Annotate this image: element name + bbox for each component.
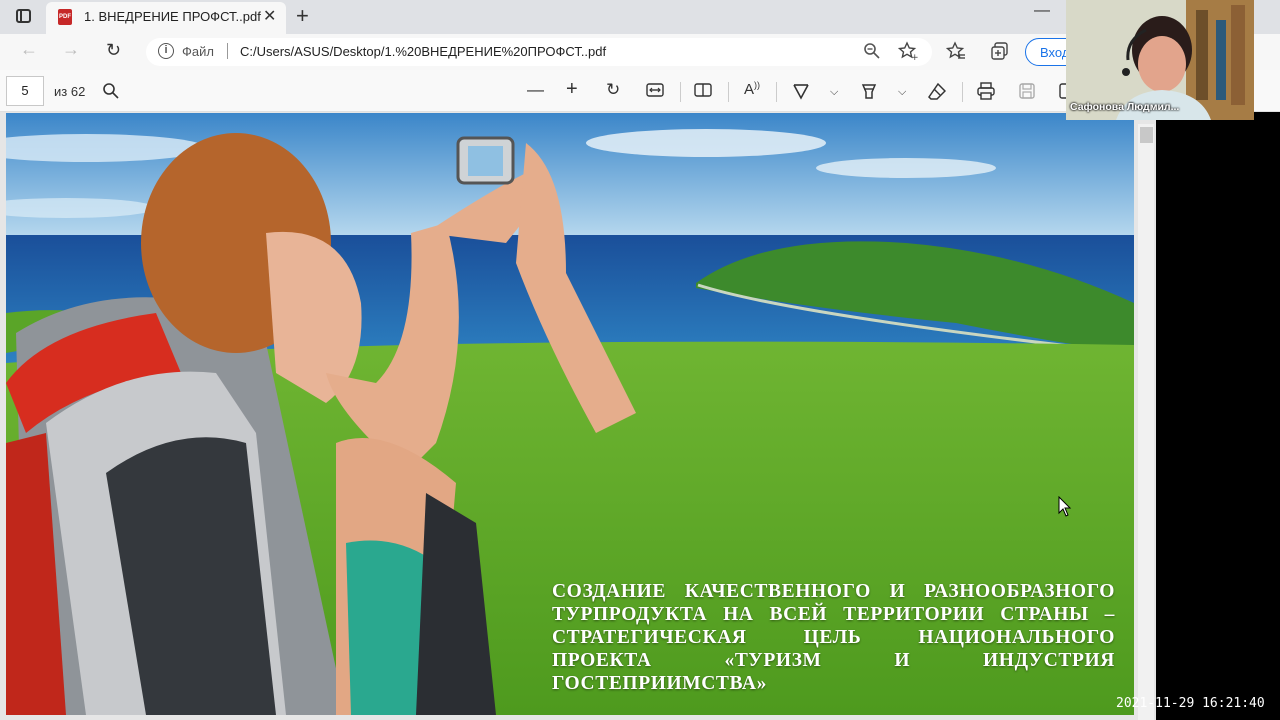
chevron-down-icon[interactable]: ⌵: [898, 86, 906, 99]
page-view-icon[interactable]: [694, 82, 712, 98]
tab-actions-icon[interactable]: [16, 9, 31, 23]
chevron-down-icon[interactable]: ⌵: [830, 86, 838, 99]
screen-margin: [1156, 112, 1280, 720]
favorites-icon[interactable]: [946, 41, 966, 61]
zoom-in-icon[interactable]: +: [566, 78, 578, 101]
toolbar-divider: [728, 82, 729, 102]
info-icon[interactable]: i: [158, 43, 174, 59]
search-icon[interactable]: [102, 82, 120, 100]
zoom-out-icon[interactable]: —: [527, 80, 544, 100]
toolbar-divider: [680, 82, 681, 102]
scrollbar-thumb[interactable]: [1140, 127, 1153, 143]
read-aloud-icon[interactable]: A)): [744, 80, 760, 98]
file-scheme-label: Файл: [182, 44, 214, 59]
highlight-icon[interactable]: [860, 82, 878, 100]
forward-icon[interactable]: →: [62, 39, 80, 60]
reload-icon[interactable]: ↻: [106, 40, 121, 61]
zoom-icon[interactable]: [863, 42, 881, 60]
erase-icon[interactable]: [928, 82, 946, 100]
toolbar-divider: [962, 82, 963, 102]
url-separator: [227, 43, 228, 59]
slide-caption: СОЗДАНИЕ КАЧЕСТВЕННОГО И РАЗНООБРАЗНОГО …: [552, 581, 1115, 694]
new-tab-icon[interactable]: +: [296, 3, 309, 29]
favorite-add-icon[interactable]: +: [898, 41, 918, 61]
draw-icon[interactable]: [792, 82, 810, 100]
url-text[interactable]: C:/Users/ASUS/Desktop/1.%20ВНЕДРЕНИЕ%20П…: [240, 44, 606, 59]
page-number-input[interactable]: 5: [6, 76, 44, 106]
rotate-icon[interactable]: ↻: [606, 80, 620, 100]
save-icon[interactable]: [1018, 82, 1036, 100]
toolbar-divider: [776, 82, 777, 102]
participant-name: Сафонова Людмил...: [1070, 101, 1180, 113]
fit-width-icon[interactable]: [646, 82, 664, 98]
back-icon[interactable]: ←: [20, 39, 38, 60]
svg-text:+: +: [911, 53, 918, 61]
print-icon[interactable]: [977, 82, 995, 100]
collections-icon[interactable]: [990, 41, 1010, 61]
tab-close-icon[interactable]: ✕: [263, 6, 276, 26]
tab-title: 1. ВНЕДРЕНИЕ ПРОФСТ..pdf: [84, 9, 261, 24]
video-timestamp: 2021-11-29 16:21:40: [1116, 696, 1265, 711]
pdf-file-icon: PDF: [58, 9, 72, 25]
minimize-icon[interactable]: —: [1034, 2, 1050, 20]
page-count-label: из 62: [54, 84, 86, 99]
scrollbar-track[interactable]: [1138, 124, 1154, 720]
mouse-cursor-icon: [1058, 496, 1072, 517]
